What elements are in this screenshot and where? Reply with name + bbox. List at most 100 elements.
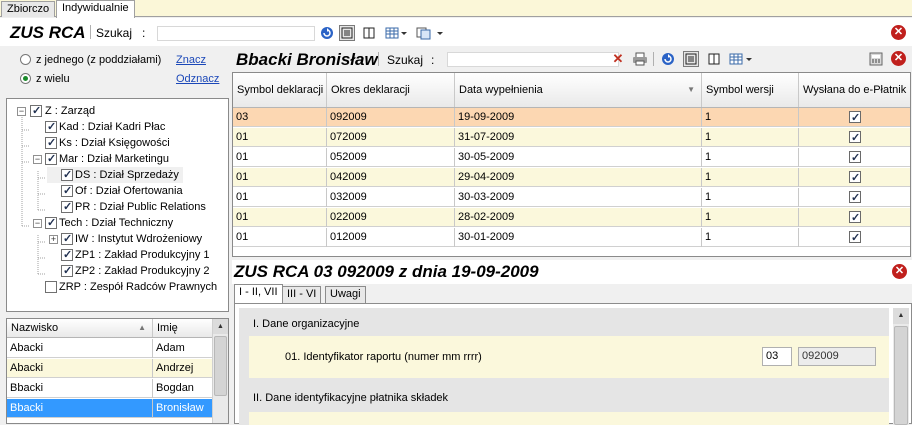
- sent-checkbox[interactable]: [849, 149, 861, 167]
- toolbar-divider: [653, 52, 654, 66]
- tree-node[interactable]: ZP1 : Zakład Produkcyjny 1: [47, 247, 210, 263]
- collapse-icon[interactable]: −: [33, 155, 42, 164]
- sent-checkbox[interactable]: [849, 229, 861, 247]
- tab-zbiorczo[interactable]: Zbiorczo: [1, 1, 56, 17]
- column-header-nazwisko[interactable]: Nazwisko ▲: [7, 319, 153, 337]
- calculator-button[interactable]: [868, 51, 884, 67]
- tree-node[interactable]: ZRP : Zespół Radców Prawnych: [31, 279, 217, 295]
- tree-checkbox[interactable]: [45, 135, 57, 151]
- tree-node[interactable]: PR : Dział Public Relations: [47, 199, 206, 215]
- search-input[interactable]: [157, 26, 315, 41]
- tree-node[interactable]: + IW : Instytut Wdrożeniowy: [47, 231, 202, 247]
- scroll-thumb[interactable]: [894, 326, 908, 425]
- refresh-button[interactable]: [660, 51, 676, 67]
- column-header-okres[interactable]: Okres deklaracji: [327, 73, 455, 107]
- grid-view-button[interactable]: [339, 25, 355, 41]
- delete-icon: ✕: [612, 51, 624, 66]
- cell-wersja: 1: [702, 168, 799, 187]
- tree-checkbox[interactable]: [61, 183, 73, 199]
- copy-menu-button[interactable]: [415, 25, 445, 41]
- collapse-icon[interactable]: −: [33, 219, 42, 228]
- column-header-wyslana[interactable]: Wysłana do e-Płatnik: [799, 73, 910, 107]
- sent-checkbox[interactable]: [849, 189, 861, 207]
- tree-checkbox[interactable]: [61, 167, 73, 183]
- table-row[interactable]: Abacki Andrzej: [7, 359, 212, 378]
- print-button[interactable]: [632, 51, 648, 67]
- tree-checkbox[interactable]: [45, 119, 57, 135]
- table-row-selected[interactable]: Bbacki Bronisław: [7, 399, 212, 418]
- table-row[interactable]: Abacki Adam: [7, 339, 212, 358]
- tree-node[interactable]: DS : Dział Sprzedaży: [47, 167, 183, 183]
- tree-node[interactable]: − Mar : Dział Marketingu: [31, 151, 169, 167]
- tree-checkbox[interactable]: [61, 231, 73, 247]
- tree-checkbox[interactable]: [30, 103, 42, 119]
- report-number-input[interactable]: 03: [762, 347, 792, 366]
- table-row[interactable]: 01 022009 28-02-2009 1: [233, 208, 910, 227]
- people-scrollbar[interactable]: ▲: [212, 319, 228, 423]
- employee-toolbar: Bbacki Bronisław Szukaj : ✕ ✕: [232, 46, 912, 72]
- tab-sections-1-2-7[interactable]: I - II, VII: [234, 284, 283, 304]
- search-label: Szukaj: [387, 53, 424, 67]
- column-header-data[interactable]: Data wypełnienia ▼: [455, 73, 702, 107]
- refresh-button[interactable]: [319, 25, 335, 41]
- close-form-button[interactable]: ✕: [892, 264, 907, 279]
- table-menu-button[interactable]: [384, 25, 408, 41]
- form-scrollbar[interactable]: ▲: [893, 308, 909, 425]
- column-header-symbol[interactable]: Symbol deklaracji: [233, 73, 327, 107]
- tree-checkbox[interactable]: [61, 247, 73, 263]
- tree-node[interactable]: − Z : Zarząd: [15, 103, 95, 119]
- split-view-button[interactable]: [706, 51, 722, 67]
- cell-wyslana: [799, 168, 910, 187]
- cell-data: 28-02-2009: [455, 208, 702, 227]
- scroll-up-icon[interactable]: ▲: [893, 308, 909, 324]
- table-row[interactable]: 01 072009 31-07-2009 1: [233, 128, 910, 147]
- sent-checkbox[interactable]: [849, 129, 861, 147]
- toolbar-divider: [378, 52, 379, 66]
- grid-view-icon: [685, 53, 697, 65]
- tab-uwagi[interactable]: Uwagi: [325, 286, 366, 303]
- tree-node[interactable]: Kad : Dział Kadri Płac: [31, 119, 165, 135]
- tree-checkbox[interactable]: [61, 199, 73, 215]
- close-employee-button[interactable]: ✕: [891, 51, 906, 66]
- select-all-link[interactable]: Znacz: [176, 54, 206, 66]
- tree-checkbox[interactable]: [45, 281, 57, 293]
- collapse-icon[interactable]: −: [17, 107, 26, 116]
- expand-icon[interactable]: +: [49, 235, 58, 244]
- scroll-thumb[interactable]: [214, 336, 227, 396]
- table-menu-button[interactable]: [728, 51, 754, 67]
- tab-sections-3-6[interactable]: III - VI: [282, 286, 322, 303]
- sent-checkbox[interactable]: [849, 109, 861, 127]
- radio-multiple[interactable]: [20, 73, 31, 84]
- tree-checkbox[interactable]: [45, 215, 57, 231]
- tree-checkbox[interactable]: [45, 151, 57, 167]
- sent-checkbox[interactable]: [849, 169, 861, 187]
- tree-node[interactable]: Ks : Dział Księgowości: [31, 135, 170, 151]
- tab-indywidualnie[interactable]: Indywidualnie: [56, 0, 135, 18]
- table-row[interactable]: Bbacki Bogdan: [7, 379, 212, 398]
- radio-single[interactable]: [20, 54, 31, 65]
- table-row[interactable]: 01 042009 29-04-2009 1: [233, 168, 910, 187]
- cell-wyslana: [799, 188, 910, 207]
- table-row[interactable]: 01 052009 30-05-2009 1: [233, 148, 910, 167]
- tree-label: IW : Instytut Wdrożeniowy: [75, 233, 203, 245]
- table-row[interactable]: 01 012009 30-01-2009 1: [233, 228, 910, 247]
- tree-node[interactable]: Of : Dział Ofertowania: [47, 183, 183, 199]
- tree-node[interactable]: − Tech : Dział Techniczny: [31, 215, 173, 231]
- tree-checkbox[interactable]: [61, 263, 73, 279]
- column-header-wersja[interactable]: Symbol wersji: [702, 73, 799, 107]
- cell-wyslana: [799, 128, 910, 147]
- column-header-imie[interactable]: Imię: [153, 319, 212, 337]
- split-view-button[interactable]: [361, 25, 377, 41]
- scroll-up-icon[interactable]: ▲: [213, 319, 228, 334]
- grid-view-button[interactable]: [683, 51, 699, 67]
- close-module-button[interactable]: ✕: [891, 25, 906, 40]
- table-row[interactable]: 01 032009 30-03-2009 1: [233, 188, 910, 207]
- table-row-selected[interactable]: 03 092009 19-09-2009 1: [233, 108, 910, 127]
- cell-symbol: 03: [233, 108, 327, 127]
- cell-imie: Andrzej: [156, 362, 194, 374]
- sent-checkbox[interactable]: [849, 209, 861, 227]
- delete-button[interactable]: ✕: [610, 51, 626, 67]
- tree-node[interactable]: ZP2 : Zakład Produkcyjny 2: [47, 263, 210, 279]
- employee-search-input[interactable]: [447, 52, 619, 67]
- deselect-all-link[interactable]: Odznacz: [176, 73, 219, 85]
